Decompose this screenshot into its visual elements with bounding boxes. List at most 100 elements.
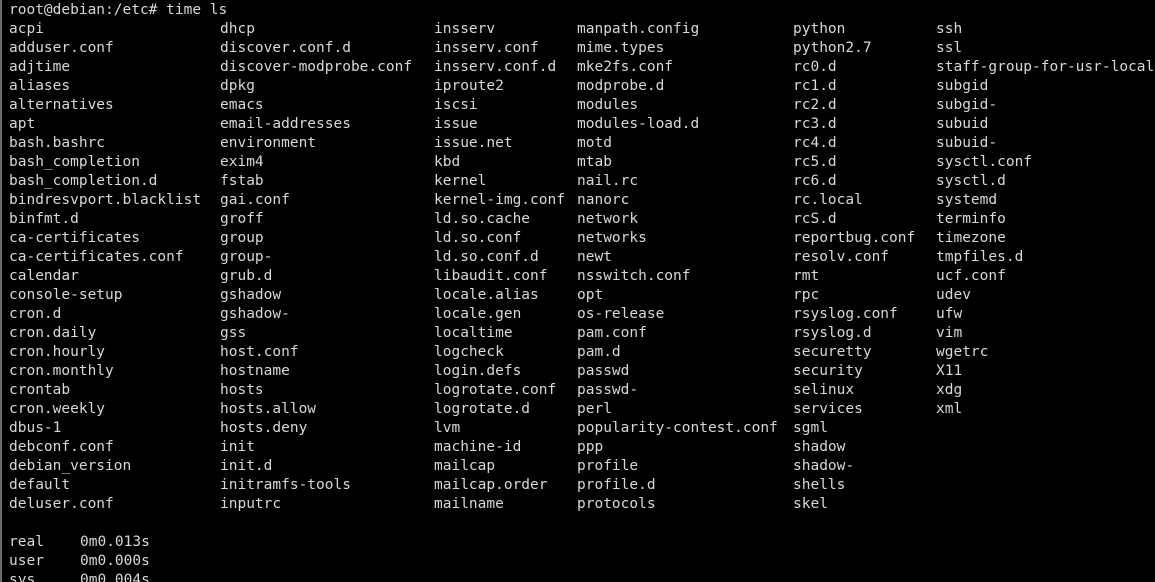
ls-entry: dhcp [220,21,255,37]
ls-entry: popularity-contest.conf [577,420,778,436]
ls-entry: subgid- [936,97,998,113]
timing-label: real [9,534,44,550]
ls-entry: cron.d [9,306,62,322]
ls-entry: gshadow [220,287,282,303]
ls-entry: motd [577,135,612,151]
ls-entry: newt [577,249,612,265]
ls-entry: machine-id [434,439,522,455]
ls-entry: environment [220,135,317,151]
ls-entry: hostname [220,363,290,379]
ls-entry: locale.alias [434,287,539,303]
ls-entry: debconf.conf [9,439,114,455]
ls-entry: default [9,477,71,493]
ls-entry: pam.conf [577,325,647,341]
ls-entry: discover-modprobe.conf [220,59,413,75]
ls-entry: X11 [936,363,963,379]
ls-entry: networks [577,230,647,246]
ls-entry: kernel-img.conf [434,192,565,208]
ls-entry: passwd- [577,382,639,398]
ls-entry: mke2fs.conf [577,59,674,75]
ls-entry: binfmt.d [9,211,79,227]
ls-entry: apt [9,116,36,132]
timing-value: 0m0.004s [80,572,150,582]
ls-entry: locale.gen [434,306,522,322]
ls-entry: rc5.d [793,154,837,170]
ls-entry: dbus-1 [9,420,62,436]
ls-entry: insserv.conf.d [434,59,557,75]
ls-entry: shells [793,477,846,493]
ls-entry: securetty [793,344,872,360]
ls-entry: issue.net [434,135,513,151]
ls-entry: mailcap.order [434,477,548,493]
ls-entry: ufw [936,306,963,322]
ls-entry: iproute2 [434,78,504,94]
ls-entry: xml [936,401,963,417]
ls-entry: dpkg [220,78,255,94]
ls-entry: ca-certificates [9,230,140,246]
ls-entry: rsyslog.d [793,325,872,341]
ls-entry: hosts [220,382,264,398]
ls-entry: rc0.d [793,59,837,75]
ls-entry: skel [793,496,828,512]
ls-entry: subgid [936,78,989,94]
ls-entry: ld.so.conf.d [434,249,539,265]
ls-entry: nanorc [577,192,630,208]
ls-entry: rc1.d [793,78,837,94]
ls-entry: staff-group-for-usr-local [936,59,1155,75]
ls-entry: group [220,230,264,246]
ls-entry: udev [936,287,971,303]
ls-entry: rc.local [793,192,863,208]
ls-entry: groff [220,211,264,227]
ls-entry: init.d [220,458,273,474]
ls-entry: rsyslog.conf [793,306,898,322]
ls-entry: discover.conf.d [220,40,351,56]
ls-entry: ssh [936,21,963,37]
ls-entry: mime.types [577,40,665,56]
ls-entry: console-setup [9,287,123,303]
ls-entry: rc2.d [793,97,837,113]
ls-entry: bindresvport.blacklist [9,192,202,208]
ls-entry: perl [577,401,612,417]
ls-entry: resolv.conf [793,249,890,265]
ls-entry: kbd [434,154,461,170]
ls-entry: selinux [793,382,855,398]
ls-entry: terminfo [936,211,1006,227]
ls-entry: libaudit.conf [434,268,548,284]
ls-entry: email-addresses [220,116,351,132]
ls-entry: network [577,211,639,227]
ls-entry: cron.weekly [9,401,106,417]
ls-entry: ca-certificates.conf [9,249,184,265]
ls-entry: opt [577,287,604,303]
ls-entry: inputrc [220,496,282,512]
ls-entry: logcheck [434,344,504,360]
ls-entry: subuid- [936,135,998,151]
ls-entry: manpath.config [577,21,700,37]
ls-entry: mailname [434,496,504,512]
ls-entry: hosts.allow [220,401,317,417]
ls-entry: init [220,439,255,455]
ls-entry: localtime [434,325,513,341]
ls-entry: os-release [577,306,665,322]
ls-entry: group- [220,249,273,265]
ls-entry: aliases [9,78,71,94]
ls-entry: adduser.conf [9,40,114,56]
ls-entry: ssl [936,40,963,56]
terminal-window[interactable]: root@debian:/etc# time ls acpi adduser.co… [0,0,1155,582]
ls-entry: insserv [434,21,496,37]
ls-entry: profile.d [577,477,656,493]
ls-entry: rc3.d [793,116,837,132]
ls-entry: mtab [577,154,612,170]
ls-entry: gshadow- [220,306,290,322]
ls-entry: xdg [936,382,963,398]
terminal-screen[interactable]: root@debian:/etc# time ls acpi adduser.co… [2,0,1155,582]
ls-entry: modules-load.d [577,116,700,132]
ls-entry: rc6.d [793,173,837,189]
ls-entry: hosts.deny [220,420,308,436]
ls-entry: security [793,363,863,379]
ls-entry: alternatives [9,97,114,113]
ls-entry: cron.monthly [9,363,114,379]
ls-entry: iscsi [434,97,478,113]
ls-entry: rcS.d [793,211,837,227]
ls-entry: adjtime [9,59,71,75]
ls-entry: pam.d [577,344,621,360]
